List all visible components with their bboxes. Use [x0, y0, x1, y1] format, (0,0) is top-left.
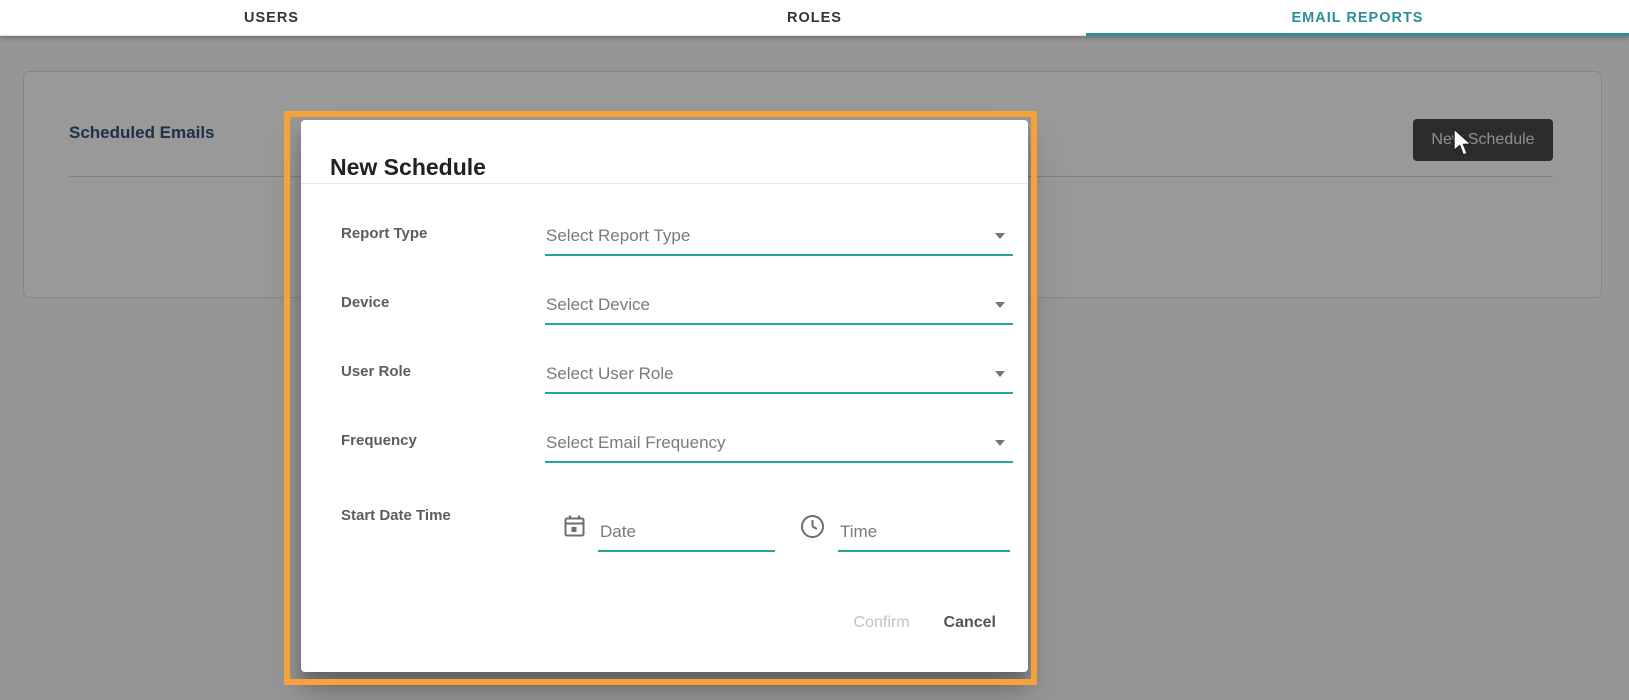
user-role-label: User Role [341, 354, 411, 390]
user-role-placeholder: Select User Role [546, 354, 674, 394]
date-input[interactable]: Date [598, 508, 775, 552]
frequency-select[interactable]: Select Email Frequency [545, 423, 1013, 463]
tab-roles[interactable]: ROLES [543, 0, 1086, 36]
dialog-title: New Schedule [330, 154, 486, 181]
report-type-select[interactable]: Select Report Type [545, 216, 1013, 256]
chevron-down-icon [995, 302, 1005, 308]
tab-roles-label: ROLES [787, 10, 842, 26]
device-placeholder: Select Device [546, 285, 650, 325]
device-row: Device Select Device [301, 285, 1028, 325]
report-type-row: Report Type Select Report Type [301, 216, 1028, 256]
tab-email-reports[interactable]: EMAIL REPORTS [1086, 0, 1629, 36]
time-input[interactable]: Time [838, 508, 1010, 552]
frequency-label: Frequency [341, 423, 417, 459]
dialog-title-divider [301, 183, 1028, 184]
start-datetime-label: Start Date Time [341, 499, 451, 533]
frequency-row: Frequency Select Email Frequency [301, 423, 1028, 463]
chevron-down-icon [995, 440, 1005, 446]
new-schedule-dialog: New Schedule Report Type Select Report T… [301, 120, 1028, 672]
report-type-placeholder: Select Report Type [546, 216, 690, 256]
user-role-row: User Role Select User Role [301, 354, 1028, 394]
time-input-placeholder: Time [840, 522, 877, 542]
clock-icon[interactable] [800, 514, 825, 544]
tab-email-reports-label: EMAIL REPORTS [1292, 10, 1424, 26]
confirm-button[interactable]: Confirm [854, 614, 910, 632]
tab-bar: USERS ROLES EMAIL REPORTS [0, 0, 1629, 36]
active-tab-indicator [1086, 33, 1629, 36]
calendar-icon[interactable] [563, 514, 586, 543]
device-label: Device [341, 285, 389, 321]
start-datetime-row: Start Date Time Date Time [301, 496, 1028, 556]
report-type-label: Report Type [341, 216, 427, 252]
date-input-placeholder: Date [600, 522, 636, 542]
user-role-select[interactable]: Select User Role [545, 354, 1013, 394]
tab-users[interactable]: USERS [0, 0, 543, 36]
cancel-button[interactable]: Cancel [944, 614, 996, 632]
chevron-down-icon [995, 233, 1005, 239]
frequency-placeholder: Select Email Frequency [546, 423, 726, 463]
chevron-down-icon [995, 371, 1005, 377]
dialog-actions: Confirm Cancel [854, 614, 996, 632]
tab-users-label: USERS [244, 10, 299, 26]
device-select[interactable]: Select Device [545, 285, 1013, 325]
